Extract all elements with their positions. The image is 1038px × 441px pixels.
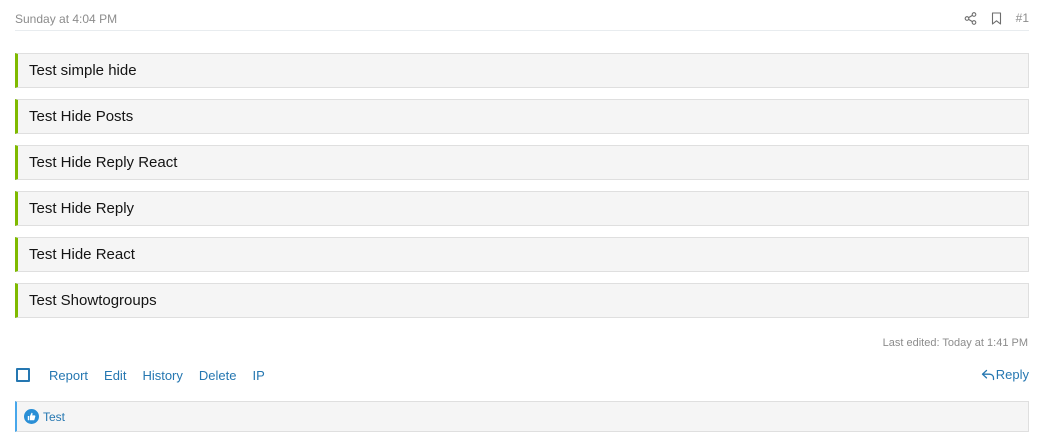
hidden-content-block: Test Hide React <box>15 237 1029 272</box>
post-number[interactable]: #1 <box>1016 11 1029 25</box>
history-link[interactable]: History <box>142 368 182 383</box>
hidden-content-block: Test Showtogroups <box>15 283 1029 318</box>
hidden-content-block: Test simple hide <box>15 53 1029 88</box>
post-action-bar: Report Edit History Delete IP Reply <box>15 366 1029 386</box>
bookmark-icon[interactable] <box>990 11 1004 25</box>
hidden-content-list: Test simple hide Test Hide Posts Test Hi… <box>15 53 1029 329</box>
post-action-links: Report Edit History Delete IP <box>49 368 281 383</box>
hidden-content-label: Test simple hide <box>29 62 137 79</box>
like-icon <box>24 409 39 424</box>
hidden-content-label: Test Hide React <box>29 246 135 263</box>
post-header: Sunday at 4:04 PM #1 <box>15 0 1029 31</box>
reply-label: Reply <box>995 367 1029 382</box>
post-header-actions: #1 <box>964 10 1029 26</box>
reactions-bar: Test <box>15 401 1029 432</box>
hidden-content-label: Test Hide Reply <box>29 200 135 217</box>
select-post-checkbox[interactable] <box>16 368 30 382</box>
hidden-content-label: Test Hide Reply React <box>29 154 178 171</box>
hidden-content-block: Test Hide Reply <box>15 191 1029 226</box>
hidden-content-block: Test Hide Posts <box>15 99 1029 134</box>
share-icon[interactable] <box>964 11 978 25</box>
hidden-content-label: Test Hide Posts <box>29 108 134 125</box>
hidden-content-label: Test Showtogroups <box>29 292 157 309</box>
reply-icon <box>981 368 995 382</box>
reply-button[interactable]: Reply <box>981 367 1029 382</box>
hidden-content-block: Test Hide Reply React <box>15 145 1029 180</box>
post-date[interactable]: Sunday at 4:04 PM <box>15 12 117 26</box>
edit-link[interactable]: Edit <box>104 368 126 383</box>
reaction-user-link[interactable]: Test <box>43 410 65 424</box>
last-edited-text: Last edited: Today at 1:41 PM <box>882 337 1028 349</box>
ip-link[interactable]: IP <box>252 368 264 383</box>
report-link[interactable]: Report <box>49 368 88 383</box>
delete-link[interactable]: Delete <box>199 368 237 383</box>
